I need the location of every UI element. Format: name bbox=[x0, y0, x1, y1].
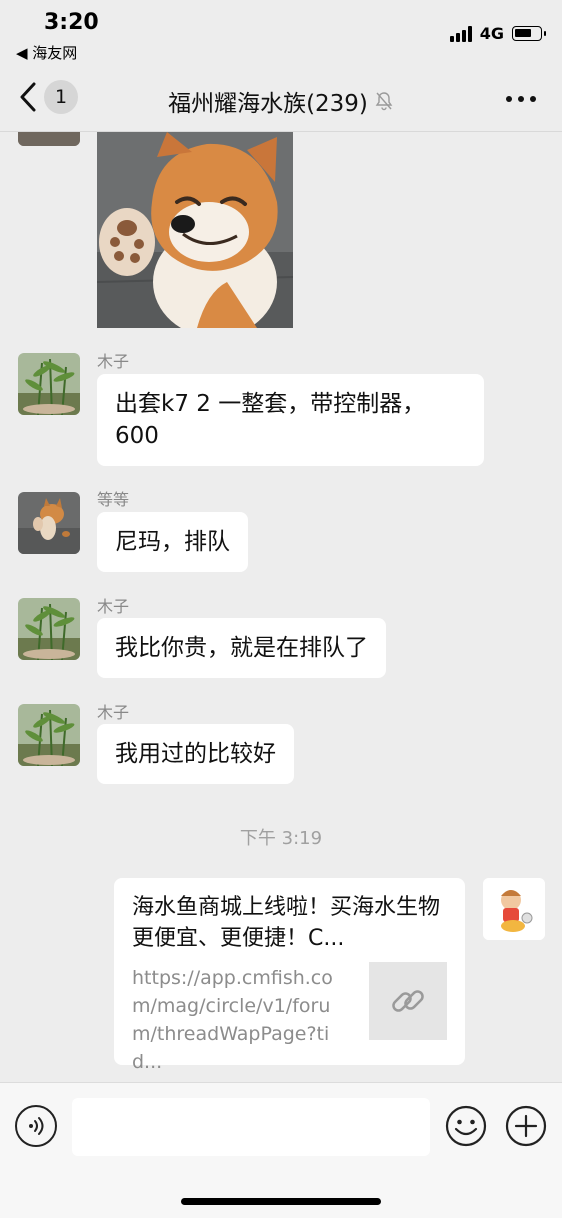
avatar-self[interactable] bbox=[483, 878, 545, 940]
emoji-button[interactable] bbox=[445, 1105, 487, 1147]
avatar[interactable] bbox=[18, 704, 80, 766]
sender-name: 木子 bbox=[97, 703, 130, 722]
sticker-image[interactable] bbox=[97, 132, 293, 328]
status-time: 3:20 bbox=[44, 10, 99, 35]
status-bar: 3:20 ◀ 海友网 4G bbox=[0, 0, 562, 70]
message-list[interactable]: 木子 出套k7 2 一整套，带控制器，600 等等 尼玛，排队 木子 我比你贵，… bbox=[0, 132, 562, 1082]
more-icon-dot bbox=[518, 96, 524, 102]
avatar[interactable] bbox=[18, 132, 80, 146]
more-icon-dot bbox=[506, 96, 512, 102]
message-bubble[interactable]: 我用过的比较好 bbox=[97, 724, 294, 784]
chat-title: 福州耀海水族(239) bbox=[168, 91, 368, 117]
message-input[interactable] bbox=[72, 1098, 430, 1156]
battery-icon bbox=[512, 26, 546, 41]
avatar[interactable] bbox=[18, 353, 80, 415]
link-share-card[interactable]: 海水鱼商城上线啦！买海水生物更便宜、更便捷！C... https://app.c… bbox=[114, 878, 465, 1073]
chat-title-wrap: 福州耀海水族(239) bbox=[0, 84, 562, 118]
link-thumbnail bbox=[369, 962, 447, 1040]
message-timestamp: 下午 3:19 bbox=[239, 828, 323, 849]
status-indicators: 4G bbox=[449, 24, 546, 43]
plus-icon bbox=[505, 1105, 547, 1147]
sender-name: 等等 bbox=[97, 490, 130, 509]
link-title: 海水鱼商城上线啦！买海水生物更便宜、更便捷！C... bbox=[132, 895, 441, 951]
chat-header: 1 福州耀海水族(239) bbox=[0, 70, 562, 132]
bell-off-icon bbox=[375, 92, 393, 111]
emoji-icon bbox=[445, 1105, 487, 1147]
avatar[interactable] bbox=[18, 598, 80, 660]
avatar[interactable] bbox=[18, 492, 80, 554]
message-bubble[interactable]: 出套k7 2 一整套，带控制器，600 bbox=[97, 374, 484, 466]
message-bubble[interactable]: 我比你贵，就是在排队了 bbox=[97, 618, 386, 678]
signal-icon bbox=[449, 25, 472, 42]
link-icon bbox=[392, 990, 424, 1012]
sender-name: 木子 bbox=[97, 597, 130, 616]
message-bubble[interactable]: 尼玛，排队 bbox=[97, 512, 248, 572]
more-icon-dot bbox=[530, 96, 536, 102]
voice-button[interactable] bbox=[15, 1105, 57, 1147]
link-url: https://app.cmfish.com/mag/circle/v1/for… bbox=[132, 967, 333, 1073]
voice-icon bbox=[29, 1117, 44, 1135]
network-label: 4G bbox=[479, 24, 504, 43]
more-button[interactable] bbox=[506, 96, 536, 102]
home-indicator[interactable] bbox=[181, 1198, 381, 1205]
more-actions-button[interactable] bbox=[505, 1105, 547, 1147]
back-to-app-link[interactable]: ◀ 海友网 bbox=[16, 42, 77, 63]
sender-name: 木子 bbox=[97, 352, 130, 371]
